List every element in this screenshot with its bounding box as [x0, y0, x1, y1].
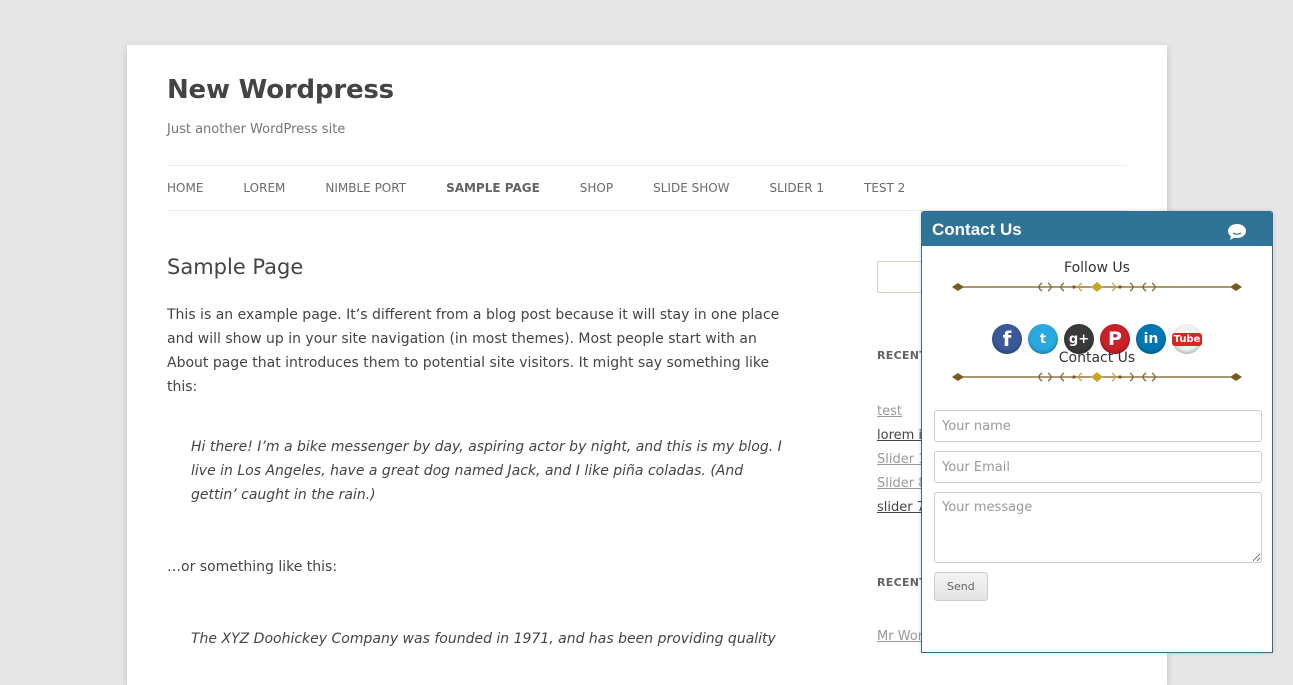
contact-header-title: Contact Us [932, 220, 1022, 239]
nav-item-shop[interactable]: Shop [580, 166, 613, 210]
linkedin-icon[interactable]: in [1136, 324, 1166, 354]
nav-item-lorem[interactable]: Lorem [243, 166, 285, 210]
email-input[interactable] [934, 451, 1262, 483]
contact-widget: Contact Us Follow Us f t g+ P in Tube Co… [921, 211, 1273, 653]
transition-paragraph: …or something like this: [167, 559, 338, 575]
main-navigation: Home Lorem Nimble Port Sample Page Shop … [167, 165, 1127, 211]
ornamental-divider [952, 282, 1242, 292]
site-title[interactable]: New Wordpress [167, 75, 394, 105]
entry-title: Sample Page [167, 255, 304, 279]
site-description: Just another WordPress site [167, 122, 346, 137]
nav-item-sample-page[interactable]: Sample Page [446, 166, 540, 210]
contact-us-title: Contact Us [1058, 350, 1136, 366]
nav-item-slide-show[interactable]: Slide Show [653, 166, 729, 210]
chat-bubble-icon [1228, 224, 1246, 240]
page-content: Sample Page This is an example page. It’… [167, 255, 787, 651]
quote-doohickey: The XYZ Doohickey Company was founded in… [191, 631, 776, 647]
contact-header[interactable]: Contact Us [922, 212, 1272, 246]
nav-item-test-2[interactable]: Test 2 [864, 166, 905, 210]
name-input[interactable] [934, 410, 1262, 442]
twitter-icon[interactable]: t [1028, 324, 1058, 354]
ornamental-divider [952, 372, 1242, 382]
youtube-icon[interactable]: Tube [1171, 324, 1203, 354]
nav-item-slider-1[interactable]: Slider 1 [770, 166, 824, 210]
follow-us-title: Follow Us [1064, 260, 1130, 276]
nav-item-home[interactable]: Home [167, 166, 203, 210]
contact-form: Send [934, 410, 1262, 601]
message-textarea[interactable] [934, 492, 1262, 563]
intro-paragraph: This is an example page. It’s different … [167, 307, 780, 395]
send-button[interactable]: Send [934, 572, 988, 601]
facebook-icon[interactable]: f [992, 324, 1022, 354]
quote-bike-messenger: Hi there! I’m a bike messenger by day, a… [191, 439, 782, 503]
nav-item-nimble-port[interactable]: Nimble Port [325, 166, 406, 210]
youtube-icon-label: Tube [1171, 332, 1203, 346]
